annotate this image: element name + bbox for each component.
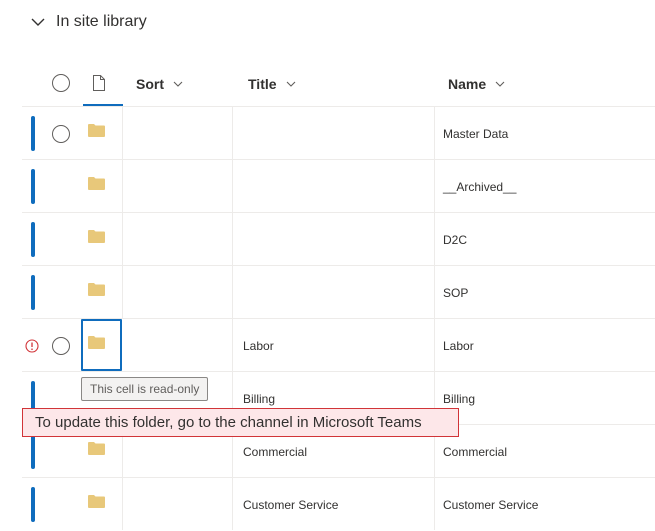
cell-divider	[434, 160, 435, 212]
row-indicator-bar	[31, 169, 35, 204]
folder-icon	[88, 124, 105, 137]
table-row[interactable]: __Archived__	[22, 159, 655, 213]
cell-divider	[232, 160, 233, 212]
folder-icon	[88, 336, 105, 349]
row-select-checkbox[interactable]	[52, 337, 70, 355]
name-cell[interactable]: Labor	[443, 319, 474, 372]
cell-divider	[434, 478, 435, 530]
section-title: In site library	[56, 13, 147, 30]
column-header-name-label: Name	[448, 76, 487, 92]
cell-divider	[122, 160, 123, 212]
chevron-down-icon	[286, 81, 295, 87]
name-cell[interactable]: SOP	[443, 266, 468, 319]
cell-divider	[122, 266, 123, 318]
cell-divider	[122, 478, 123, 530]
name-cell[interactable]: Master Data	[443, 107, 508, 160]
cell-divider	[434, 266, 435, 318]
name-cell[interactable]: Customer Service	[443, 478, 538, 531]
chevron-down-icon	[495, 81, 505, 87]
cell-divider	[232, 478, 233, 530]
row-select-checkbox[interactable]	[52, 125, 70, 143]
read-only-tooltip: This cell is read-only	[81, 377, 209, 401]
chevron-down-icon	[173, 81, 183, 87]
name-cell[interactable]: __Archived__	[443, 160, 516, 213]
error-circle-icon	[25, 339, 39, 353]
title-cell[interactable]: Customer Service	[243, 478, 338, 531]
row-indicator-bar	[31, 275, 35, 310]
folder-icon	[88, 177, 105, 190]
cell-divider	[232, 266, 233, 318]
cell-divider	[232, 319, 233, 371]
document-icon[interactable]	[92, 75, 106, 91]
chevron-down-icon[interactable]	[30, 14, 46, 30]
name-cell[interactable]: D2C	[443, 213, 467, 266]
folder-icon	[88, 230, 105, 243]
title-cell[interactable]: Labor	[243, 319, 274, 372]
table-row[interactable]: Labor Labor	[22, 318, 655, 372]
folder-icon	[88, 442, 105, 455]
cell-divider	[434, 107, 435, 159]
section-header[interactable]: In site library	[30, 10, 147, 34]
column-header-sort-label: Sort	[136, 76, 164, 92]
table-row[interactable]: Customer Service Customer Service	[22, 477, 655, 531]
document-library-grid: In site library Sort Title Name Master D…	[0, 0, 655, 530]
table-row[interactable]: SOP	[22, 265, 655, 319]
column-header-title[interactable]: Title	[248, 62, 297, 106]
column-header-name[interactable]: Name	[448, 62, 506, 106]
table-row[interactable]: Master Data	[22, 106, 655, 160]
folder-icon	[88, 283, 105, 296]
error-banner-text: To update this folder, go to the channel…	[35, 414, 422, 431]
column-header-sort[interactable]: Sort	[136, 62, 184, 106]
select-all-checkbox[interactable]	[52, 74, 70, 92]
row-indicator-bar	[31, 434, 35, 469]
column-header-title-label: Title	[248, 76, 277, 92]
cell-divider	[232, 107, 233, 159]
cell-divider	[434, 319, 435, 371]
row-indicator-bar	[31, 116, 35, 151]
cell-divider	[232, 213, 233, 265]
table-row[interactable]: D2C	[22, 212, 655, 266]
cell-divider	[122, 213, 123, 265]
cell-divider	[434, 213, 435, 265]
cell-divider	[122, 107, 123, 159]
row-indicator-bar	[31, 222, 35, 257]
error-banner: To update this folder, go to the channel…	[22, 408, 459, 437]
folder-icon	[88, 495, 105, 508]
row-indicator-bar	[31, 487, 35, 522]
